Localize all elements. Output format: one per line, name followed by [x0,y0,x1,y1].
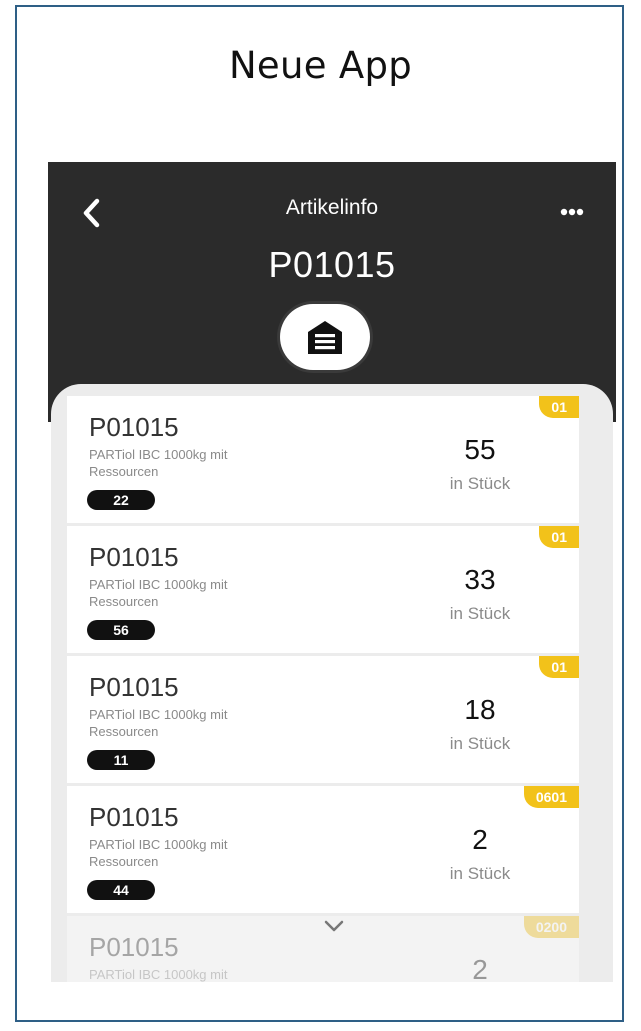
item-quantity: 2 [472,954,488,982]
item-unit: in Stück [449,604,511,623]
ellipsis-icon [560,208,584,216]
item-location-tag: 01 [539,396,579,418]
item-quantity: 18 [464,694,496,725]
item-quantity: 55 [464,434,496,465]
chevron-down-icon [324,920,344,932]
item-description: PARTiol IBC 1000kg mit Ressourcen [89,577,228,609]
warehouse-icon [308,321,342,354]
item-badge: 56 [87,620,155,640]
item-location-tag: 01 [539,526,579,548]
item-unit: in Stück [449,474,511,493]
item-description: PARTiol IBC 1000kg mit Ressourcen [89,447,228,479]
scroll-down-button[interactable] [322,918,346,934]
app-header: Artikelinfo P01015 [48,162,616,422]
item-quantity: 2 [472,824,488,855]
list-item[interactable]: P01015 PARTiol IBC 1000kg mit Ressourcen… [67,526,579,653]
item-code: P01015 [89,542,179,572]
header-title: Artikelinfo [285,196,379,219]
phone-screen: Artikelinfo P01015 P01015 PARTiol IBC 10… [48,162,616,982]
item-code: P01015 [89,412,179,442]
item-code: P01015 [89,802,179,832]
article-code: P01015 [268,244,396,285]
item-description: PARTiol IBC 1000kg mit Ressourcen [89,837,228,869]
item-badge: 22 [87,490,155,510]
warehouse-button[interactable] [280,304,370,370]
item-code: P01015 [89,932,179,962]
list-item[interactable]: P01015 PARTiol IBC 1000kg mit Ressourcen… [67,786,579,913]
item-location-tag: 0200 [523,916,579,938]
list-item[interactable]: P01015 PARTiol IBC 1000kg mit Ressourcen… [67,396,579,523]
item-unit: in Stück [449,864,511,883]
item-unit: in Stück [449,734,511,753]
item-badge: 44 [87,880,155,900]
item-location-tag: 01 [539,656,579,678]
item-quantity: 33 [464,564,496,595]
slide-title: Neue App [228,44,413,87]
stock-list: P01015 PARTiol IBC 1000kg mit Ressourcen… [51,384,613,982]
list-item[interactable]: P01015 PARTiol IBC 1000kg mit Ressourcen… [67,656,579,783]
more-menu-button[interactable] [552,200,592,224]
item-description: PARTiol IBC 1000kg mit Ressourcen [89,707,228,739]
item-location-tag: 0601 [523,786,579,808]
item-description: PARTiol IBC 1000kg mit [89,967,228,982]
item-code: P01015 [89,672,179,702]
item-badge: 11 [87,750,155,770]
